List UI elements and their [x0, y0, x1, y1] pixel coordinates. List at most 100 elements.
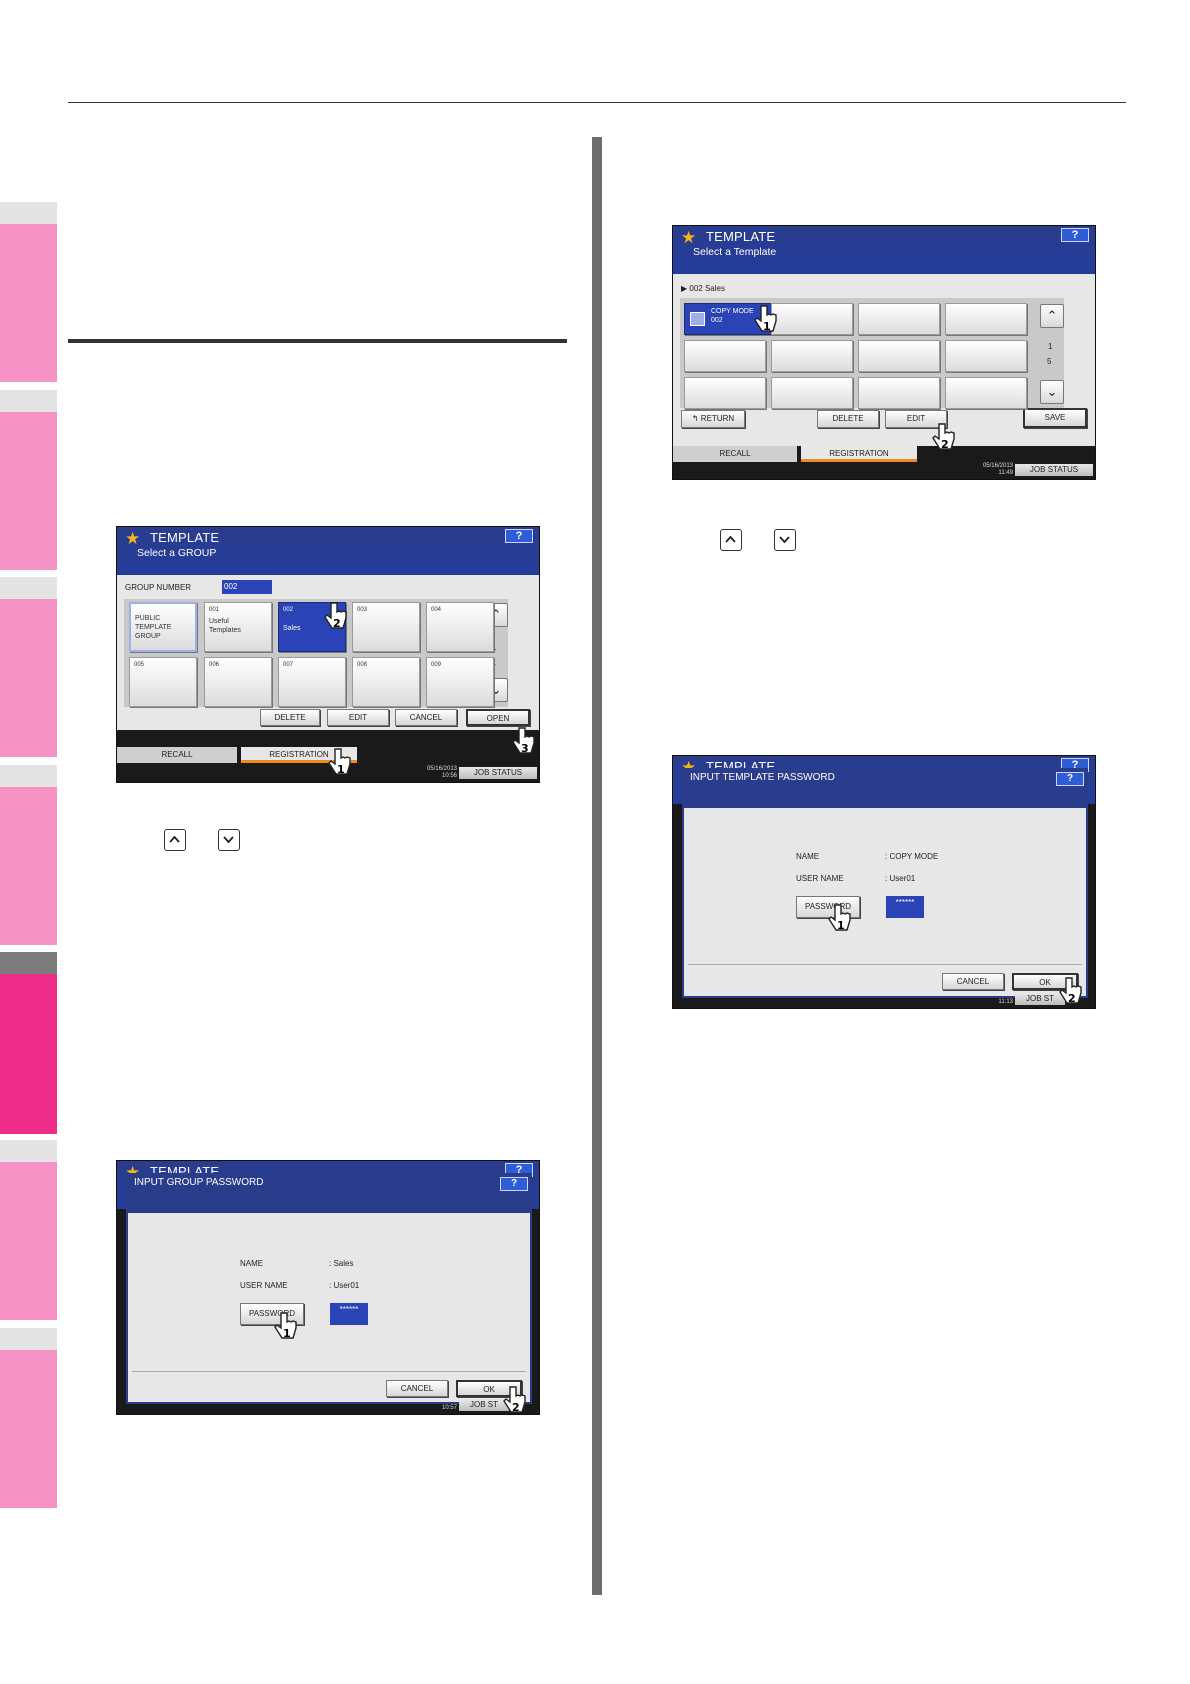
screen-header: ★ TEMPLATE Select a Template ?: [673, 226, 1095, 274]
side-tab-5-active[interactable]: [0, 952, 57, 1134]
password-field[interactable]: ******: [886, 896, 924, 918]
screen-subtitle: Select a GROUP: [137, 547, 217, 559]
cancel-button[interactable]: CANCEL: [395, 709, 457, 726]
cancel-button[interactable]: CANCEL: [942, 973, 1004, 990]
screen-header: ★ TEMPLATE Select a GROUP ?: [117, 527, 539, 575]
template-tile-empty[interactable]: [858, 377, 940, 409]
page-total: 5: [1047, 357, 1052, 366]
clock: 11:13: [998, 999, 1013, 1005]
pointing-hand-icon: 1: [274, 1312, 297, 1340]
group-tile[interactable]: 007: [278, 657, 346, 707]
group-tile[interactable]: 003: [352, 602, 420, 652]
group-tile[interactable]: 004: [426, 602, 494, 652]
template-tile-empty[interactable]: [858, 340, 940, 372]
name-value: : COPY MODE: [885, 852, 939, 861]
side-tab-4[interactable]: [0, 765, 57, 945]
work-area: GROUP NUMBER 002 PUBLIC TEMPLATE GROUP ⌃…: [117, 575, 539, 730]
template-tile-empty[interactable]: [945, 340, 1027, 372]
clock: 05/16/2013 10:56: [426, 766, 457, 779]
pointing-hand-icon: 1: [328, 748, 351, 776]
password-dialog: INPUT GROUP PASSWORD ? NAME : Sales USER…: [126, 1173, 532, 1404]
group-tile[interactable]: 009: [426, 657, 494, 707]
template-select-screen: ★ TEMPLATE Select a Template ? ▶ 002 Sal…: [672, 225, 1096, 480]
template-tile-empty[interactable]: [771, 377, 853, 409]
template-tile-empty[interactable]: [858, 303, 940, 335]
group-tile[interactable]: 008: [352, 657, 420, 707]
header-rule: [68, 102, 1126, 103]
screen-title: TEMPLATE: [706, 229, 776, 244]
open-button[interactable]: OPEN: [466, 709, 530, 726]
star-icon: ★: [681, 228, 697, 247]
tile-public-template-group[interactable]: PUBLIC TEMPLATE GROUP: [129, 602, 197, 652]
delete-button[interactable]: DELETE: [817, 410, 879, 428]
section-rule: [68, 339, 567, 343]
chevron-up-icon: [164, 829, 186, 851]
group-tile[interactable]: 006: [204, 657, 272, 707]
svg-text:1: 1: [337, 763, 345, 776]
group-number-field[interactable]: 002: [222, 580, 272, 594]
template-tile-empty[interactable]: [945, 377, 1027, 409]
template-tile-empty[interactable]: [684, 377, 766, 409]
return-button[interactable]: ↰ RETURN: [681, 410, 745, 428]
template-tile-empty[interactable]: [945, 303, 1027, 335]
chevron-down-icon: [218, 829, 240, 851]
help-button[interactable]: ?: [500, 1177, 528, 1191]
password-field[interactable]: ******: [330, 1303, 368, 1325]
column-divider: [592, 137, 602, 1595]
dialog-title-bar: INPUT TEMPLATE PASSWORD ?: [684, 770, 1086, 808]
template-tile-empty[interactable]: [771, 303, 853, 335]
group-tile[interactable]: 005: [129, 657, 197, 707]
user-name-label: USER NAME: [240, 1281, 288, 1290]
side-tab-7[interactable]: [0, 1328, 57, 1508]
user-name-value: : User01: [885, 874, 916, 883]
svg-text:2: 2: [512, 1401, 520, 1414]
group-password-screen: ★ TEMPLATE ? INPUT GROUP PASSWORD ? NAME…: [116, 1160, 540, 1415]
work-area: ▶ 002 Sales COPY MODE 002 ⌃ 1 5 ⌄ ↰ RETU…: [673, 274, 1095, 448]
name-label: NAME: [796, 852, 820, 861]
cancel-button[interactable]: CANCEL: [386, 1380, 448, 1397]
job-status-button[interactable]: JOB STATUS: [1015, 464, 1093, 476]
edit-button[interactable]: EDIT: [327, 709, 389, 726]
divider: [132, 1371, 526, 1372]
side-tab-2[interactable]: [0, 390, 57, 570]
chevron-down-icon: [774, 529, 796, 551]
svg-text:1: 1: [837, 919, 845, 932]
help-button[interactable]: ?: [505, 529, 533, 543]
tab-recall[interactable]: RECALL: [673, 446, 797, 462]
template-tile-empty[interactable]: [684, 340, 766, 372]
pointing-hand-icon: 1: [754, 305, 777, 333]
tab-registration[interactable]: REGISTRATION: [801, 446, 917, 462]
pointing-hand-icon: 3: [512, 727, 535, 755]
template-tile-empty[interactable]: [771, 340, 853, 372]
user-name-value: : User01: [329, 1281, 360, 1290]
help-button[interactable]: ?: [1061, 228, 1089, 242]
scroll-down-button[interactable]: ⌄: [1040, 380, 1064, 404]
svg-text:3: 3: [521, 742, 529, 755]
scroll-up-button[interactable]: ⌃: [1040, 304, 1064, 328]
chevron-up-icon: [720, 529, 742, 551]
tab-recall[interactable]: RECALL: [117, 747, 237, 763]
breadcrumb: ▶ 002 Sales: [681, 284, 725, 293]
side-tab-3[interactable]: [0, 577, 57, 757]
user-name-label: USER NAME: [796, 874, 844, 883]
clock: 10:57: [441, 1405, 457, 1411]
side-tab-6[interactable]: [0, 1140, 57, 1320]
password-dialog: INPUT TEMPLATE PASSWORD ? NAME : COPY MO…: [682, 768, 1088, 998]
save-button[interactable]: SAVE: [1023, 408, 1087, 428]
return-arrow-icon: ↰: [691, 414, 701, 423]
svg-text:2: 2: [333, 617, 341, 630]
group-tile[interactable]: 001 Useful Templates: [204, 602, 272, 652]
name-label: NAME: [240, 1259, 264, 1268]
pointing-hand-icon: 2: [1059, 977, 1082, 1005]
divider: [688, 964, 1082, 965]
screen-subtitle: Select a Template: [693, 246, 777, 258]
help-button[interactable]: ?: [1056, 772, 1084, 786]
copy-icon: [690, 312, 705, 326]
delete-button[interactable]: DELETE: [260, 709, 320, 726]
page-current: 1: [1048, 342, 1053, 351]
pointing-hand-icon: 1: [828, 904, 851, 932]
job-status-button[interactable]: JOB STATUS: [459, 767, 537, 779]
pointing-hand-icon: 2: [324, 602, 347, 630]
side-tab-1[interactable]: [0, 202, 57, 382]
template-group-screen: ★ TEMPLATE Select a GROUP ? GROUP NUMBER…: [116, 526, 540, 783]
